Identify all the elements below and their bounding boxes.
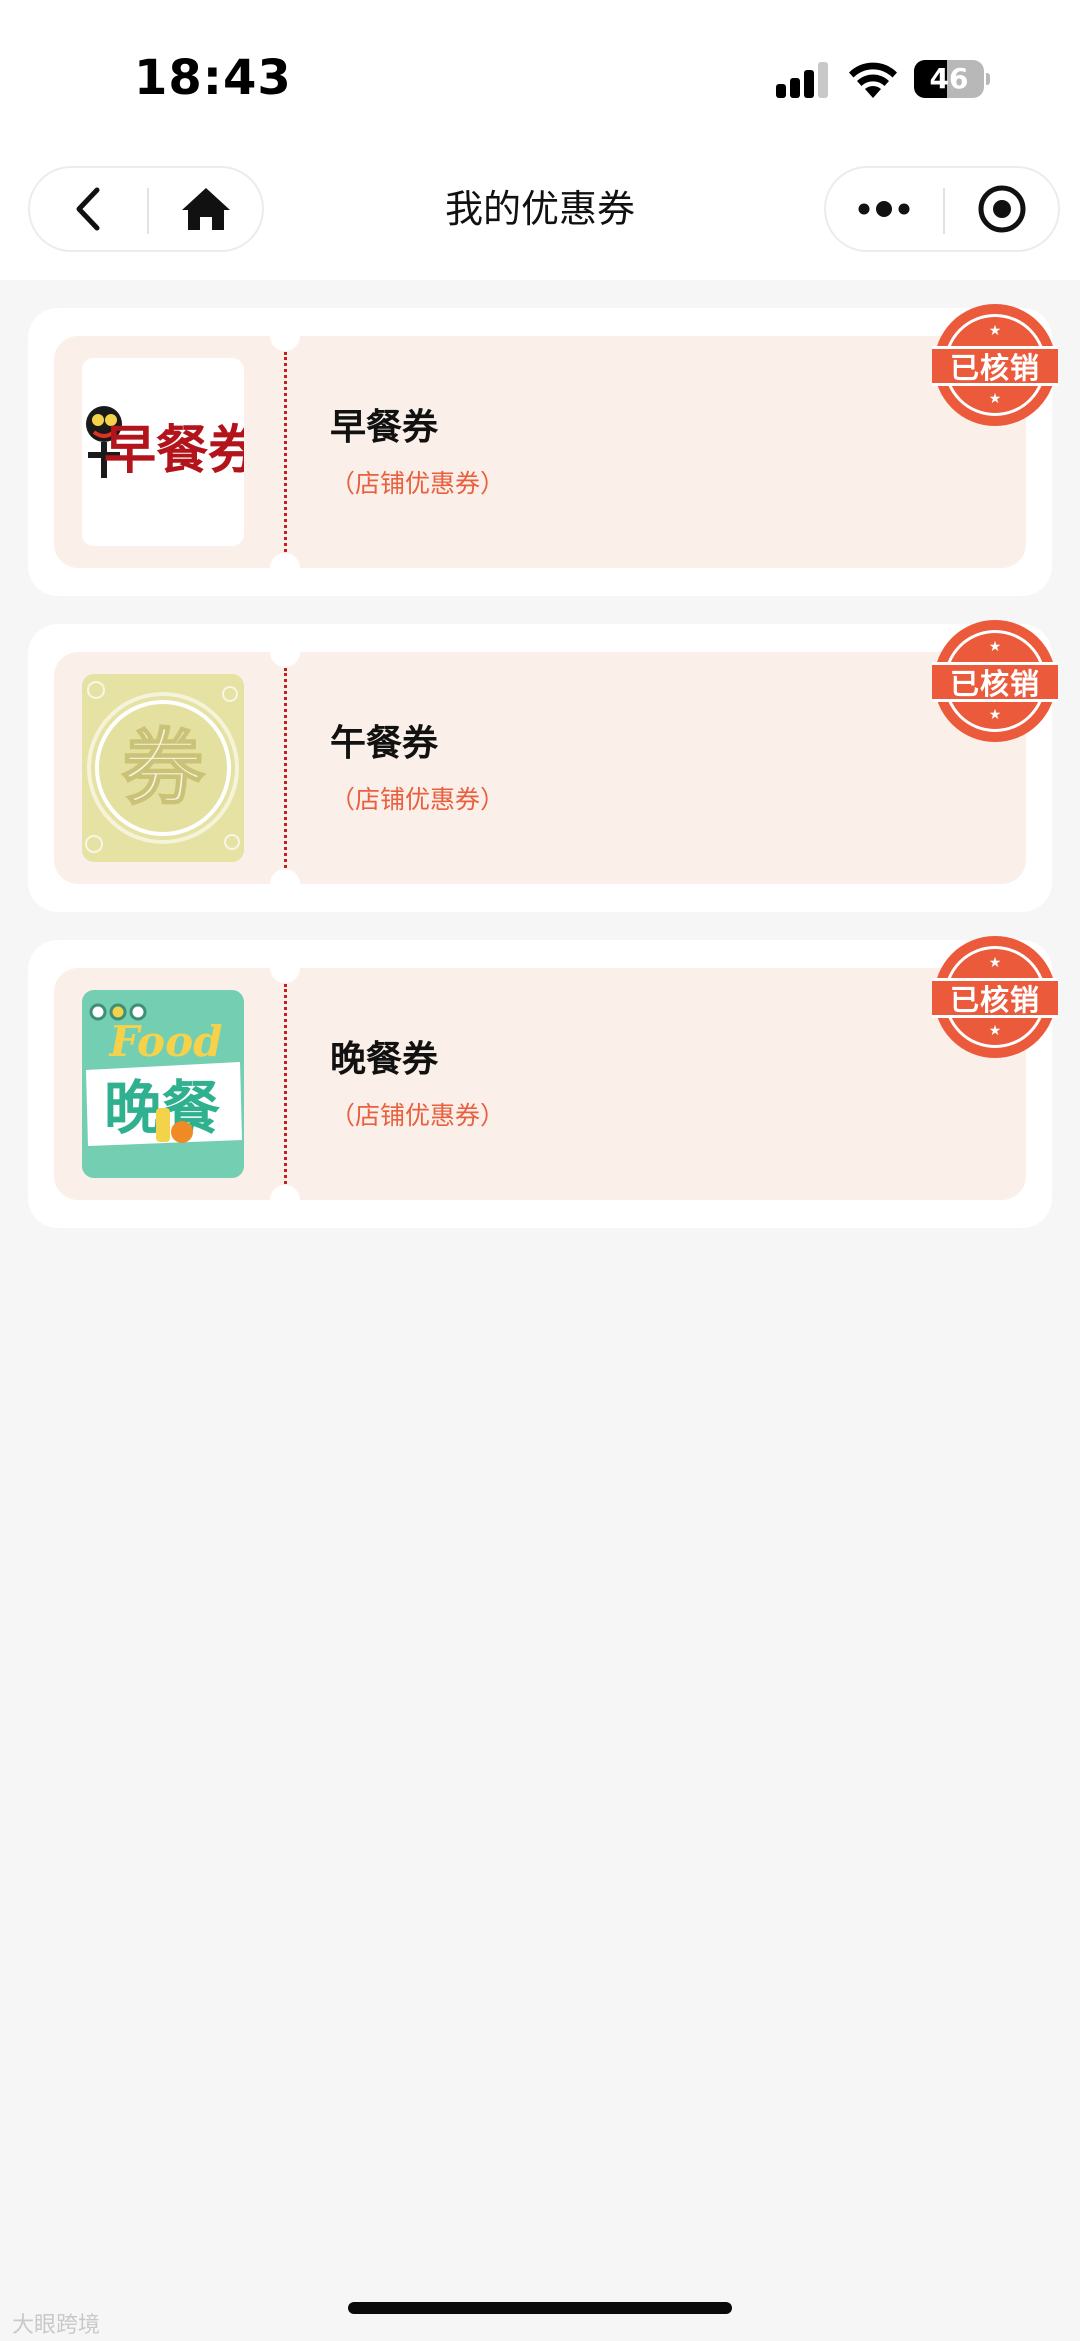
- star-icon: ★: [988, 1023, 1002, 1039]
- coupon-list: 早餐券 早餐券 （店铺优惠券） ★ ★ 已核销 券 午餐券 （店铺优惠券） ★ …: [28, 306, 1058, 1256]
- thumb-text: 券: [122, 721, 205, 816]
- coupon-thumbnail: 券: [82, 674, 244, 862]
- perforation-line: [284, 668, 287, 868]
- redeemed-stamp: ★ ★ 已核销: [932, 622, 1058, 740]
- perforation-line: [284, 352, 287, 552]
- coupon-ticket: 券 午餐券 （店铺优惠券）: [54, 652, 1026, 884]
- stamp-text: 已核销: [932, 346, 1058, 386]
- status-time: 18:43: [134, 50, 292, 106]
- coupon-type: （店铺优惠券）: [330, 785, 506, 814]
- star-icon: ★: [988, 707, 1002, 723]
- coupon-card[interactable]: 早餐券 早餐券 （店铺优惠券） ★ ★ 已核销: [28, 306, 1058, 596]
- coupon-card[interactable]: 券 午餐券 （店铺优惠券） ★ ★ 已核销: [28, 622, 1058, 912]
- stamp-text: 已核销: [932, 662, 1058, 702]
- coupon-thumbnail: Food 晚餐: [82, 990, 244, 1178]
- nav-capsule-right: [824, 166, 1060, 252]
- perforation-line: [284, 984, 287, 1184]
- coupon-type: （店铺优惠券）: [330, 1101, 506, 1130]
- coupon-thumbnail: 早餐券: [82, 358, 244, 546]
- nav-bar: 我的优惠券: [0, 160, 1080, 280]
- coupon-name: 早餐券: [330, 407, 439, 448]
- star-icon: ★: [988, 639, 1002, 655]
- ticket-notch: [270, 553, 300, 568]
- ticket-notch: [270, 968, 300, 983]
- star-icon: ★: [988, 391, 1002, 407]
- thumb-text: 早餐券: [104, 420, 244, 481]
- redeemed-stamp: ★ ★ 已核销: [932, 306, 1058, 424]
- target-circle-icon: [978, 185, 1026, 233]
- star-icon: ★: [988, 323, 1002, 339]
- close-miniprogram-button[interactable]: [944, 168, 1060, 250]
- coupon-name: 午餐券: [330, 723, 439, 764]
- coupon-ticket: Food 晚餐 晚餐券 （店铺优惠券）: [54, 968, 1026, 1200]
- ticket-notch: [270, 336, 300, 351]
- breakfast-thumbnail-art: 早餐券: [86, 406, 244, 481]
- more-button[interactable]: [826, 168, 942, 250]
- redeemed-stamp: ★ ★ 已核销: [932, 938, 1058, 1056]
- ticket-notch: [270, 869, 300, 884]
- coupon-card[interactable]: Food 晚餐 晚餐券 （店铺优惠券） ★ ★ 已核销: [28, 938, 1058, 1228]
- stamp-text: 已核销: [932, 978, 1058, 1018]
- dinner-thumbnail-art: Food 晚餐: [86, 1003, 242, 1146]
- cellular-signal-icon: [776, 62, 830, 98]
- wifi-icon: [849, 62, 897, 98]
- watermark-text: 大眼跨境: [12, 2313, 101, 2338]
- star-icon: ★: [988, 955, 1002, 971]
- ticket-notch: [270, 1185, 300, 1200]
- battery-icon: 46: [914, 60, 990, 98]
- battery-percent: 46: [929, 62, 969, 95]
- home-indicator[interactable]: [348, 2302, 732, 2314]
- coupon-name: 晚餐券: [330, 1039, 439, 1080]
- coupon-ticket: 早餐券 早餐券 （店铺优惠券）: [54, 336, 1026, 568]
- thumb-sub-text: Food: [109, 1017, 223, 1066]
- ticket-notch: [270, 652, 300, 667]
- coupon-type: （店铺优惠券）: [330, 469, 506, 498]
- status-bar: 18:43 46: [0, 0, 1080, 160]
- more-dots-icon: [858, 201, 910, 217]
- lunch-thumbnail-art: 券: [85, 681, 240, 853]
